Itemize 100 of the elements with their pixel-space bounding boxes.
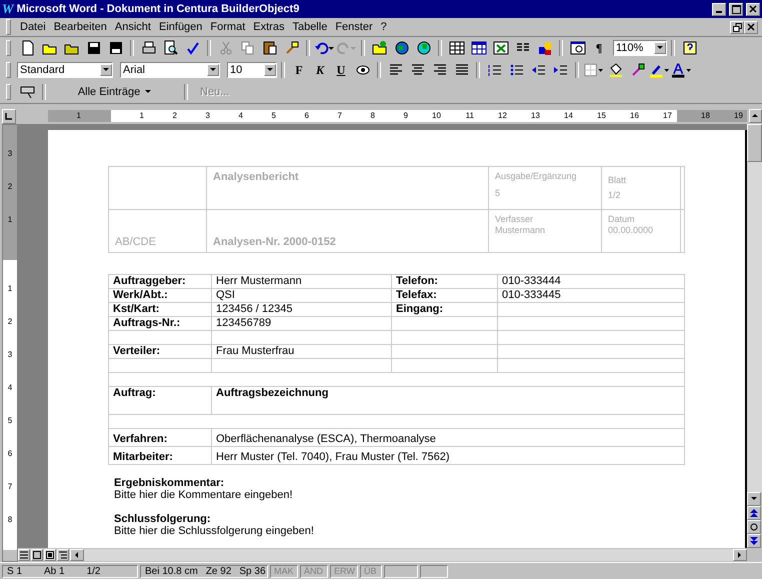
order-title: Auftragsbezeichnung: [216, 387, 328, 399]
field-label: Telefon:: [396, 275, 438, 287]
outline-icon: [59, 551, 67, 559]
department-code: AB/CDE: [115, 236, 157, 248]
browse-object-button[interactable]: [747, 520, 761, 534]
close-button[interactable]: [746, 2, 760, 16]
autotext-dropdown[interactable]: Alle Einträge: [50, 82, 180, 102]
analysis-number: Analysen-Nr. 2000-0152: [213, 236, 337, 248]
mode-indicator: ERW: [334, 566, 355, 576]
close-button[interactable]: [744, 20, 758, 34]
maximize-button[interactable]: [729, 2, 743, 16]
caret-icon: [102, 66, 110, 74]
page-icon: [46, 551, 54, 559]
menu-item[interactable]: Format: [206, 21, 250, 33]
menu-item[interactable]: Bearbeiten: [50, 21, 111, 33]
section-text: Bitte hier die Kommentare eingeben!: [114, 489, 294, 501]
next-page-button[interactable]: [747, 534, 761, 548]
status-field: [384, 564, 418, 578]
zoom-dropdown[interactable]: 110%: [613, 40, 667, 56]
caret-icon: [144, 88, 152, 96]
scroll-left-button[interactable]: [70, 549, 84, 561]
mode-indicator: ÄND: [304, 566, 324, 576]
scroll-thumb[interactable]: [747, 124, 762, 162]
menu-item[interactable]: Extras: [249, 21, 288, 33]
horizontal-ruler: 1 1 2 3 4 5 6 7 8 9 10 11 12 13 14 15 16 17 18 19: [48, 110, 747, 122]
scroll-right-button[interactable]: [733, 549, 747, 561]
outline-view-button[interactable]: [57, 549, 69, 561]
caret-icon: [736, 551, 744, 559]
double-up-arrow-icon: [750, 509, 758, 517]
scroll-down-button[interactable]: [747, 492, 761, 506]
field-label: Mitarbeiter:: [113, 451, 173, 463]
field-label: Auftraggeber:: [113, 275, 186, 287]
page-view-button[interactable]: [44, 549, 56, 561]
vertical-ruler: 3 2 1 1 2 3 4 5 6 7 8: [2, 124, 18, 562]
style-dropdown[interactable]: Standard: [17, 62, 113, 78]
status-field: [420, 564, 448, 578]
tab-selector[interactable]: [2, 108, 16, 124]
scroll-up-button[interactable]: [748, 109, 762, 123]
field-label: Telefax:: [396, 289, 437, 301]
close-icon: [749, 5, 757, 13]
caret-icon: [750, 495, 758, 503]
date-value: 00.00.0000: [608, 225, 654, 236]
field-value: 123456 / 12345: [216, 303, 292, 315]
field-label: Auftrags-Nr.:: [113, 317, 180, 329]
close-icon: [747, 23, 755, 31]
previous-page-button[interactable]: [747, 506, 761, 520]
section-text: Bitte hier die Schlussfolgerung eingeben!: [114, 525, 315, 537]
menu-item[interactable]: Einfügen: [154, 21, 206, 33]
column-indicator: Sp 36: [239, 566, 266, 576]
field-value: Frau Musterfrau: [216, 345, 294, 357]
edition-label: Ausgabe/Ergänzung: [495, 171, 578, 182]
caret-icon: [209, 66, 217, 74]
maximize-icon: [732, 4, 740, 14]
font-size-dropdown[interactable]: 10: [227, 62, 277, 78]
field-value: Herr Mustermann: [216, 275, 302, 287]
field-value: 010-333444: [502, 275, 561, 287]
section-heading: Ergebniskommentar:: [114, 477, 226, 489]
field-label: Verfahren:: [113, 433, 168, 445]
restore-button[interactable]: [730, 20, 744, 34]
normal-view-button[interactable]: [18, 549, 30, 561]
page-count: 1/2: [86, 566, 100, 576]
mode-indicator: MAK: [274, 566, 294, 576]
page-indicator: S 1: [7, 566, 22, 576]
menu-item[interactable]: Tabelle: [288, 21, 332, 33]
section-heading: Schlussfolgerung:: [114, 513, 212, 525]
field-label: Eingang:: [396, 303, 444, 315]
cursor-position: Bei 10.8 cm: [145, 566, 198, 576]
sheet-value: 1/2: [608, 190, 622, 201]
mode-indicator: ÜB: [364, 566, 377, 576]
date-label: Datum: [608, 214, 636, 225]
field-label: Werk/Abt.:: [113, 289, 168, 301]
app-logo: W: [2, 1, 14, 17]
caret-icon: [73, 551, 81, 559]
sheet-label: Blatt: [608, 175, 628, 186]
author-label: Verfasser: [495, 214, 534, 225]
minimize-button[interactable]: [712, 2, 726, 16]
caret-icon: [751, 112, 760, 120]
format-button[interactable]: K: [310, 60, 330, 80]
menu-item[interactable]: Datei: [16, 21, 50, 33]
menu-item[interactable]: Fenster: [331, 21, 377, 33]
field-label: Verteiler:: [113, 345, 160, 357]
menu-item[interactable]: Ansicht: [110, 21, 155, 33]
show-marks-button[interactable]: ¶: [589, 38, 609, 58]
field-value: Herr Muster (Tel. 7040), Frau Muster (Tel. 7562): [216, 451, 450, 463]
format-button[interactable]: F: [289, 60, 309, 80]
field-label: Auftrag:: [113, 387, 156, 399]
lines-icon: [20, 551, 28, 559]
edition-value: 5: [495, 188, 502, 199]
report-title: Analysenbericht: [213, 171, 300, 183]
author-value: Mustermann: [495, 225, 546, 236]
square-icon: [33, 551, 41, 559]
font-dropdown[interactable]: Arial: [120, 62, 220, 78]
web-view-button[interactable]: [31, 549, 43, 561]
field-value: 010-333445: [502, 289, 561, 301]
window-title: Microsoft Word - Dokument in Centura BuilderObject9: [16, 3, 300, 15]
menu-item[interactable]: ?: [376, 21, 391, 33]
field-label: Kst/Kart:: [113, 303, 160, 315]
caret-icon: [656, 44, 664, 52]
left-tab-icon: [5, 112, 12, 120]
format-button[interactable]: U: [331, 60, 351, 80]
